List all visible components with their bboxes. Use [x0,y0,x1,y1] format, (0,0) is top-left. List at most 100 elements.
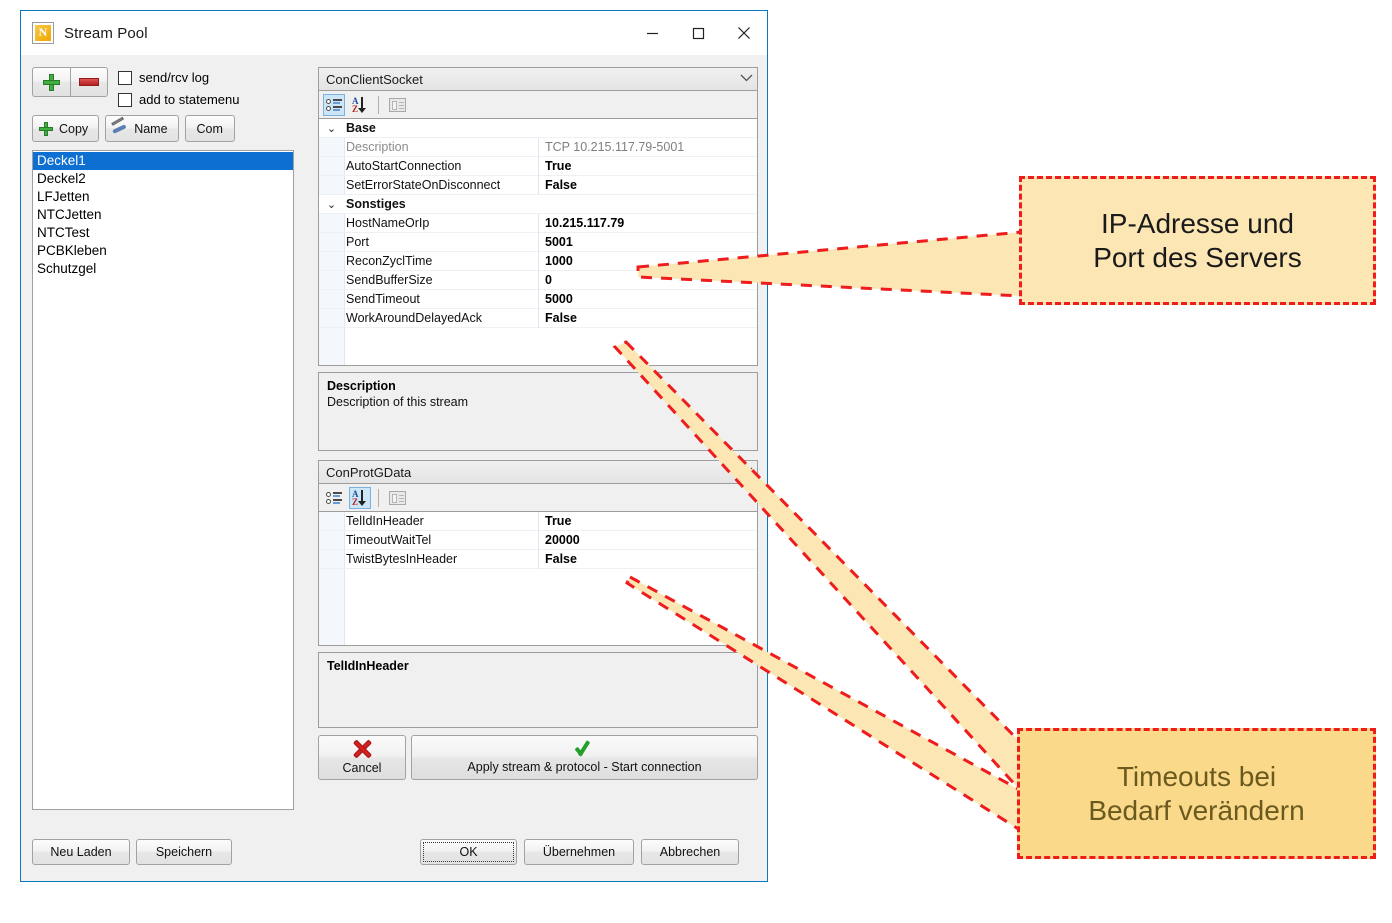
property-row[interactable]: AutoStartConnection True [319,156,757,176]
window-title: Stream Pool [64,24,148,42]
callout-ip-line2: Port des Servers [1093,241,1302,273]
property-value[interactable]: 5000 [539,290,757,309]
property-row[interactable]: SetErrorStateOnDisconnect False [319,175,757,195]
minus-icon [79,78,99,86]
com-button[interactable]: Com [184,115,235,142]
save-button[interactable]: Speichern [136,839,232,865]
remove-stream-button[interactable] [70,67,108,97]
description-title: Description [327,379,396,393]
property-value[interactable]: False [539,550,757,569]
property-value[interactable]: 1000 [539,252,757,271]
minimize-icon[interactable] [629,11,675,55]
cancel-button[interactable]: Abbrechen [641,839,739,865]
property-value[interactable]: 10.215.117.79 [539,214,757,233]
cancel-connection-button[interactable]: Cancel [318,735,406,780]
property-row[interactable]: SendBufferSize 0 [319,270,757,290]
alphabetical-sort-icon[interactable]: AZ [349,486,371,509]
protocol-grid-toolbar: AZ [318,484,758,512]
maximize-icon[interactable] [675,11,721,55]
property-value[interactable]: True [539,157,757,176]
rename-stream-button[interactable]: Name [105,115,179,142]
expander-icon[interactable]: ⌄ [319,122,344,135]
name-button-label: Name [134,121,168,136]
categorized-glyph [326,98,342,112]
expander-icon[interactable]: ⌄ [319,198,344,211]
list-item[interactable]: Deckel2 [33,170,293,188]
list-item[interactable]: Deckel1 [33,152,293,170]
property-row[interactable]: TwistBytesInHeader False [319,549,757,569]
tools-icon [112,122,128,136]
chevron-down-icon[interactable] [740,73,753,85]
protocol-property-grid[interactable]: TelIdInHeader True TimeoutWaitTel 20000 … [318,512,758,646]
reload-button[interactable]: Neu Laden [32,839,130,865]
property-category-row[interactable]: ⌄ Base [319,119,757,138]
description-title: TelIdInHeader [327,659,409,673]
property-pages-icon[interactable] [386,94,408,116]
property-row[interactable]: TimeoutWaitTel 20000 [319,530,757,550]
plus-icon [43,73,60,91]
chevron-down-icon[interactable] [740,466,753,478]
apply-start-connection-label: Apply stream & protocol - Start connecti… [467,760,702,774]
callout-timeout-line2: Bedarf verändern [1088,794,1305,826]
property-name: SendTimeout [344,289,539,309]
list-item[interactable]: NTCJetten [33,206,293,224]
dialog-button-bar: Neu Laden Speichern OK Übernehmen Abbrec… [21,825,767,881]
callout-timeout-line1: Timeouts bei [1116,761,1277,793]
stream-toolbar: send/rcv log add to statemenu [32,67,294,109]
add-stream-button[interactable] [32,67,70,97]
alphabetical-sort-icon[interactable]: AZ [349,94,371,116]
property-row[interactable]: Description TCP 10.215.117.79-5001 [319,137,757,157]
close-icon[interactable] [721,11,767,55]
property-row[interactable]: ReconZyclTime 1000 [319,251,757,271]
property-row[interactable]: TelIdInHeader True [319,512,757,531]
list-item[interactable]: NTCTest [33,224,293,242]
categorized-view-icon[interactable] [323,93,345,116]
stream-list[interactable]: Deckel1 Deckel2 LFJetten NTCJetten NTCTe… [32,150,294,810]
categorized-view-icon[interactable] [323,487,345,509]
app-icon [32,22,54,44]
apply-start-connection-button[interactable]: Apply stream & protocol - Start connecti… [411,735,758,780]
stream-object-selector[interactable]: ConClientSocket [318,67,758,91]
focus-ring [423,842,514,862]
property-row[interactable]: WorkAroundDelayedAck False [319,308,757,328]
copy-stream-button[interactable]: Copy [32,115,100,142]
left-panel: send/rcv log add to statemenu Copy Name [32,67,294,810]
ok-button[interactable]: OK [420,839,517,865]
callout-timeouts: Timeouts bei Bedarf verändern [1017,728,1376,859]
cross-icon [351,739,373,759]
protocol-object-selector[interactable]: ConProtGData [318,460,758,484]
property-value[interactable]: 20000 [539,531,757,550]
property-name: Description [344,137,539,157]
copy-button-label: Copy [59,121,89,136]
property-value[interactable]: 5001 [539,233,757,252]
property-value[interactable]: False [539,309,757,328]
description-text: Description of this stream [327,395,469,409]
protocol-object-name: ConProtGData [326,464,412,480]
toolbar-separator [378,488,379,507]
property-value[interactable]: TCP 10.215.117.79-5001 [539,138,757,157]
property-row[interactable]: HostNameOrIp 10.215.117.79 [319,213,757,233]
list-item[interactable]: LFJetten [33,188,293,206]
save-label: Speichern [155,845,213,859]
com-button-label: Com [196,121,223,136]
stream-property-grid[interactable]: ⌄ Base Description TCP 10.215.117.79-500… [318,119,758,366]
apply-button[interactable]: Übernehmen [524,839,634,865]
property-pages-icon[interactable] [386,487,408,509]
property-row[interactable]: Port 5001 [319,232,757,252]
list-item[interactable]: PCBKleben [33,242,293,260]
property-value[interactable]: True [539,512,757,531]
property-row[interactable]: SendTimeout 5000 [319,289,757,309]
category-label: Sonstiges [346,196,406,211]
add-to-statemenu-checkbox[interactable]: add to statemenu [118,90,239,109]
property-name: ReconZyclTime [344,251,539,271]
property-pages-glyph [388,97,406,112]
property-value[interactable]: False [539,176,757,195]
stream-description-panel: Description Description of this stream [318,372,758,451]
cancel-label: Abbrechen [659,845,721,859]
stream-object-name: ConClientSocket [326,71,423,87]
property-value[interactable]: 0 [539,271,757,290]
property-category-row[interactable]: ⌄ Sonstiges [319,195,757,214]
property-name: TwistBytesInHeader [344,549,539,569]
sendrcv-log-checkbox[interactable]: send/rcv log [118,68,239,87]
list-item[interactable]: Schutzgel [33,260,293,278]
